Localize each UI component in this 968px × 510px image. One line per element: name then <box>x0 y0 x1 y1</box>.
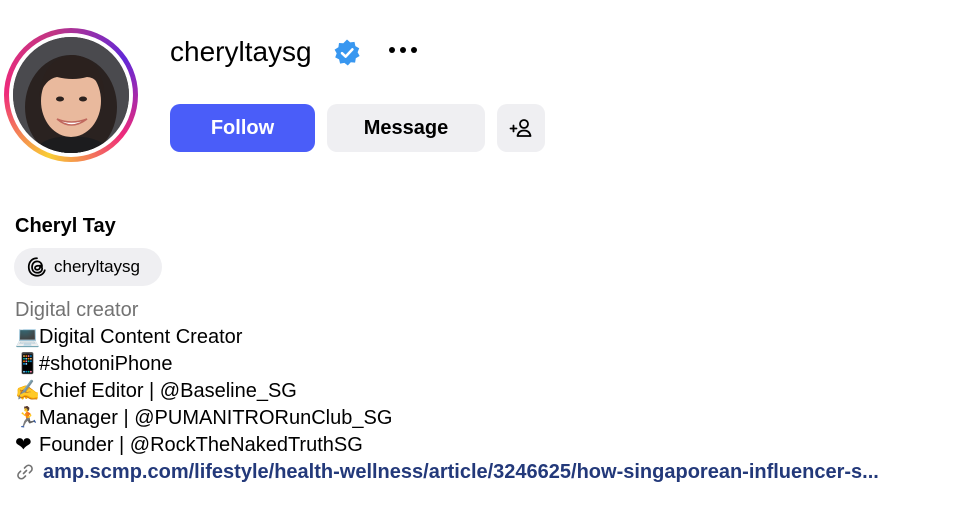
profile-avatar-ring[interactable] <box>4 28 138 162</box>
add-person-icon <box>509 119 532 137</box>
follow-button[interactable]: Follow <box>170 104 315 152</box>
profile-category: Digital creator <box>15 299 139 321</box>
threads-link-pill[interactable]: cheryltaysg <box>14 248 162 286</box>
writing-hand-emoji-icon: ✍️ <box>15 380 40 402</box>
bio-line: ❤ Founder | @RockTheNakedTruthSG <box>15 432 392 459</box>
bio-line-text: Manager | @PUMANITRORunClub_SG <box>39 407 393 429</box>
bio-line: 💻 Digital Content Creator <box>15 324 392 351</box>
laptop-emoji-icon: 💻 <box>15 326 40 348</box>
profile-username: cheryltaysg <box>170 36 312 67</box>
avatar-gap <box>9 33 133 157</box>
profile-full-name: Cheryl Tay <box>15 215 116 237</box>
link-icon <box>17 464 33 480</box>
profile-external-link[interactable]: amp.scmp.com/lifestyle/health-wellness/a… <box>15 458 879 486</box>
threads-icon <box>27 257 46 277</box>
message-button[interactable]: Message <box>327 104 485 152</box>
bio-line: 🏃 Manager | @PUMANITRORunClub_SG <box>15 405 392 432</box>
verified-badge-icon <box>334 39 360 66</box>
avatar-photo <box>13 37 129 153</box>
avatar[interactable] <box>13 37 129 153</box>
profile-bio: 💻 Digital Content Creator 📱 #shotoniPhon… <box>15 324 392 459</box>
bio-line: 📱 #shotoniPhone <box>15 351 392 378</box>
bio-line-text: Chief Editor | @Baseline_SG <box>39 380 297 402</box>
bio-line: ✍️ Chief Editor | @Baseline_SG <box>15 378 392 405</box>
phone-emoji-icon: 📱 <box>15 353 40 375</box>
bio-line-text: Founder | @RockTheNakedTruthSG <box>39 434 363 456</box>
more-options-icon[interactable] <box>384 34 424 66</box>
bio-line-text: Digital Content Creator <box>39 326 243 348</box>
suggested-accounts-button[interactable] <box>497 104 545 152</box>
heart-emoji-icon: ❤ <box>15 434 32 456</box>
threads-handle: cheryltaysg <box>54 257 140 276</box>
runner-emoji-icon: 🏃 <box>15 407 40 429</box>
external-link-text[interactable]: amp.scmp.com/lifestyle/health-wellness/a… <box>43 461 879 484</box>
bio-line-text: #shotoniPhone <box>39 353 173 375</box>
